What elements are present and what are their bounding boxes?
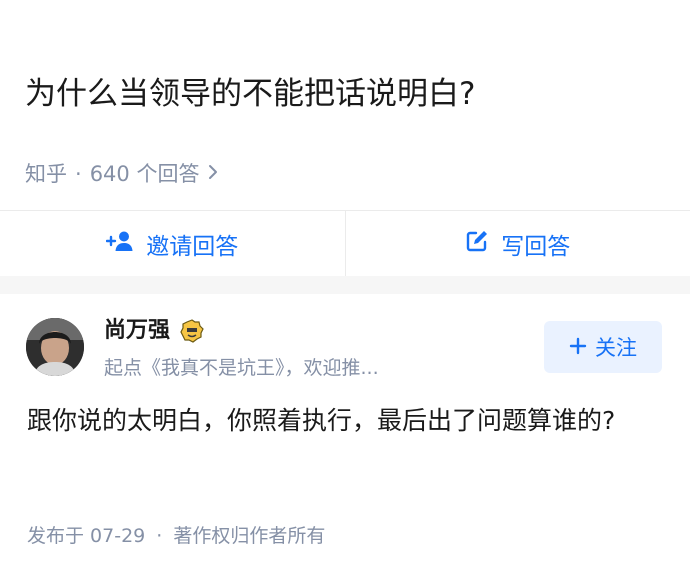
answer-content[interactable]: 跟你说的太明白，你照着执行，最后出了问题算谁的? (27, 400, 667, 442)
question-meta[interactable]: 知乎 · 640 个回答 (25, 158, 219, 190)
answer-meta: 发布于 07-29 · 著作权归作者所有 (27, 522, 325, 550)
edit-icon (465, 229, 501, 259)
follow-label: 关注 (595, 336, 637, 360)
invite-answer-label: 邀请回答 (146, 233, 239, 260)
write-answer-button[interactable]: 写回答 (344, 211, 690, 276)
section-divider (0, 276, 690, 294)
chevron-right-icon (207, 158, 219, 190)
meta-separator: · (156, 525, 163, 547)
plus-icon (569, 334, 587, 360)
answer-card: 尚万强 起点《我真不是坑王》，欢迎推... 关注 跟你说的太明白，你照着执行，最… (0, 294, 690, 577)
question-header: 为什么当领导的不能把话说明白? 知乎 · 640 个回答 (0, 0, 690, 210)
author-name-row: 尚万强 (104, 316, 204, 346)
badge-icon (180, 319, 204, 343)
follow-button[interactable]: 关注 (544, 321, 662, 373)
source-label: 知乎 (25, 162, 67, 186)
publish-time: 发布于 07-29 (27, 525, 146, 547)
answer-count: 640 个回答 (89, 162, 200, 186)
author-name[interactable]: 尚万强 (104, 316, 170, 346)
author-bio: 起点《我真不是坑王》，欢迎推... (104, 357, 379, 379)
action-bar: 邀请回答 写回答 (0, 210, 690, 276)
invite-answer-button[interactable]: 邀请回答 (0, 211, 345, 276)
copyright-notice: 著作权归作者所有 (173, 525, 326, 547)
question-title[interactable]: 为什么当领导的不能把话说明白? (25, 72, 475, 116)
add-user-icon (106, 230, 146, 258)
meta-separator: · (75, 162, 82, 186)
write-answer-label: 写回答 (501, 233, 571, 260)
avatar[interactable] (26, 318, 84, 376)
